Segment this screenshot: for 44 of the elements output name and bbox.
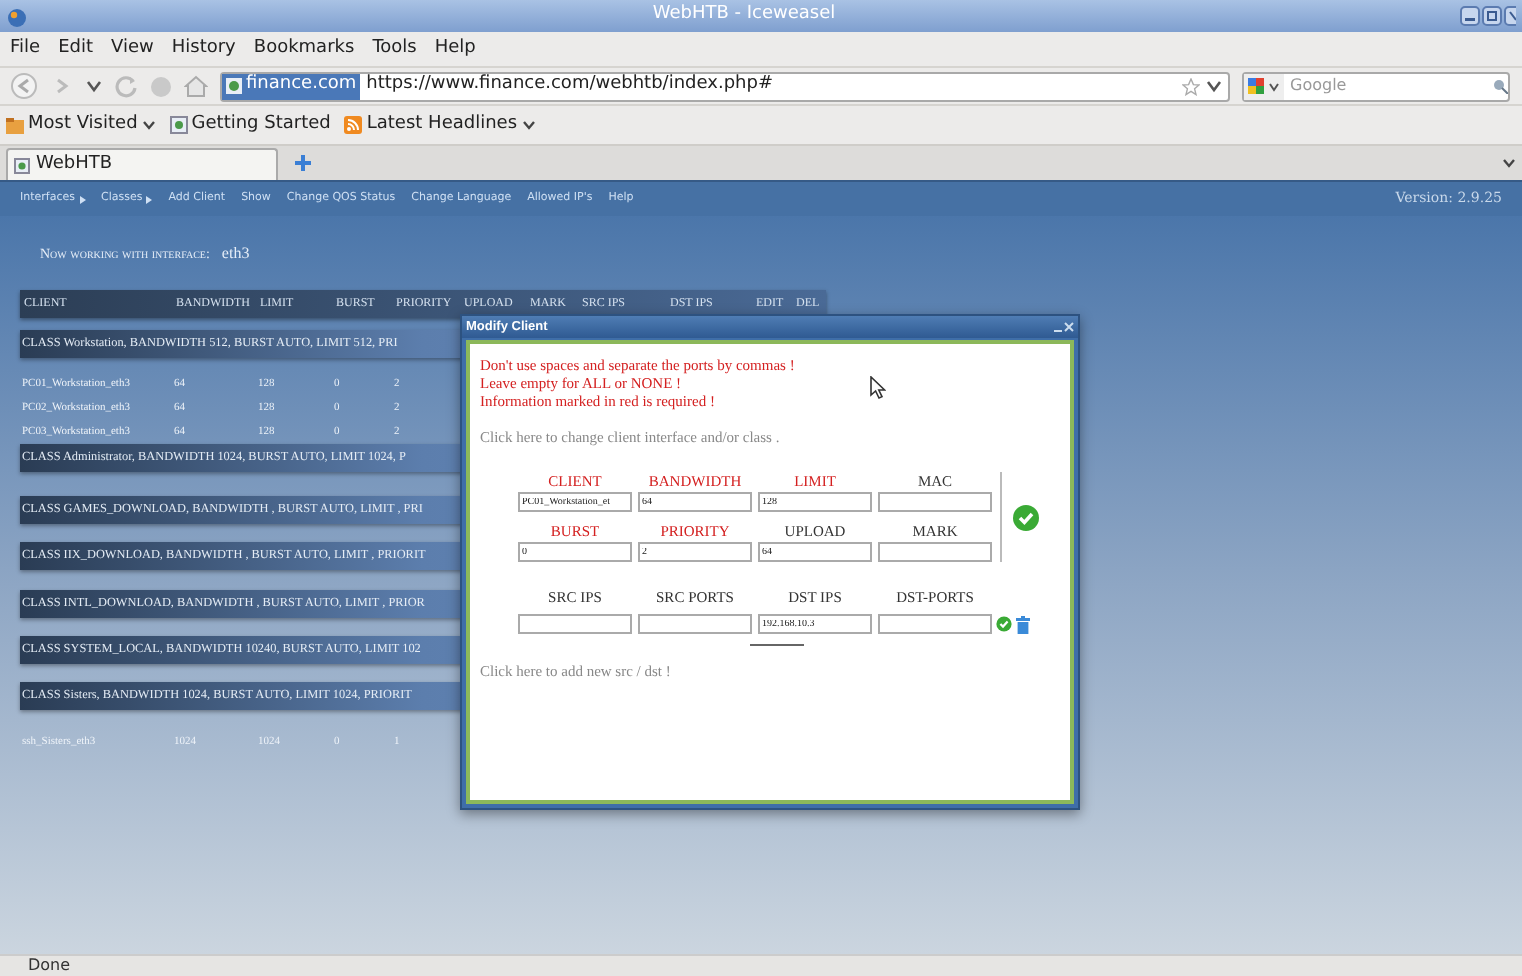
check-icon[interactable] [996, 616, 1012, 633]
minimize-icon[interactable] [1460, 6, 1480, 26]
page-icon [14, 157, 30, 173]
menu-item[interactable]: File [10, 35, 41, 63]
check-icon[interactable] [1012, 503, 1040, 532]
maximize-icon[interactable] [1482, 6, 1502, 26]
rss-icon [344, 116, 363, 134]
interface-value: eth3 [221, 242, 250, 266]
menu-item[interactable]: Bookmarks [253, 35, 355, 63]
input-field[interactable] [638, 614, 752, 635]
input-field[interactable] [518, 614, 632, 635]
cursor-icon [870, 376, 886, 400]
chevron-down-icon[interactable] [1206, 78, 1222, 94]
menu-item[interactable]: View [111, 35, 154, 63]
chevron-down-icon[interactable] [86, 78, 102, 94]
trash-icon[interactable] [1016, 616, 1030, 635]
home-icon[interactable] [184, 74, 208, 98]
reload-icon[interactable] [114, 74, 138, 98]
input-field[interactable] [878, 492, 992, 513]
folder-icon [6, 116, 24, 134]
url-text: https://www.finance.com/webhtb/index.php# [366, 72, 775, 99]
search-placeholder: Google [1290, 74, 1349, 98]
menu-item[interactable]: Tools [372, 35, 417, 63]
bookmark-item[interactable]: Most Visited [6, 111, 156, 139]
search-icon[interactable] [1492, 78, 1508, 94]
page-icon [169, 116, 188, 134]
window-title: WebHTB - Iceweasel [650, 2, 838, 29]
menu-item[interactable]: History [171, 35, 236, 63]
status-text: Done [28, 954, 71, 976]
menu-item[interactable]: Help [434, 35, 476, 63]
input-field[interactable] [878, 542, 992, 563]
chevron-down-icon[interactable] [1502, 156, 1516, 170]
back-icon[interactable] [10, 72, 38, 100]
star-icon[interactable] [1182, 77, 1200, 95]
input-field[interactable] [878, 614, 992, 635]
browser-tab[interactable]: WebHTB [6, 148, 278, 180]
search-engine-icon[interactable] [1244, 73, 1284, 99]
site-identity-button[interactable]: finance.com [222, 73, 361, 99]
bookmark-item[interactable]: Latest Headlines [344, 111, 536, 139]
bookmark-item[interactable]: Getting Started [169, 111, 331, 139]
menu-item[interactable]: Edit [58, 35, 93, 63]
address-field[interactable]: finance.com https://www.finance.com/webhtb/index.php# [220, 71, 1230, 101]
new-tab-icon[interactable] [294, 154, 312, 172]
app-icon [6, 5, 28, 27]
